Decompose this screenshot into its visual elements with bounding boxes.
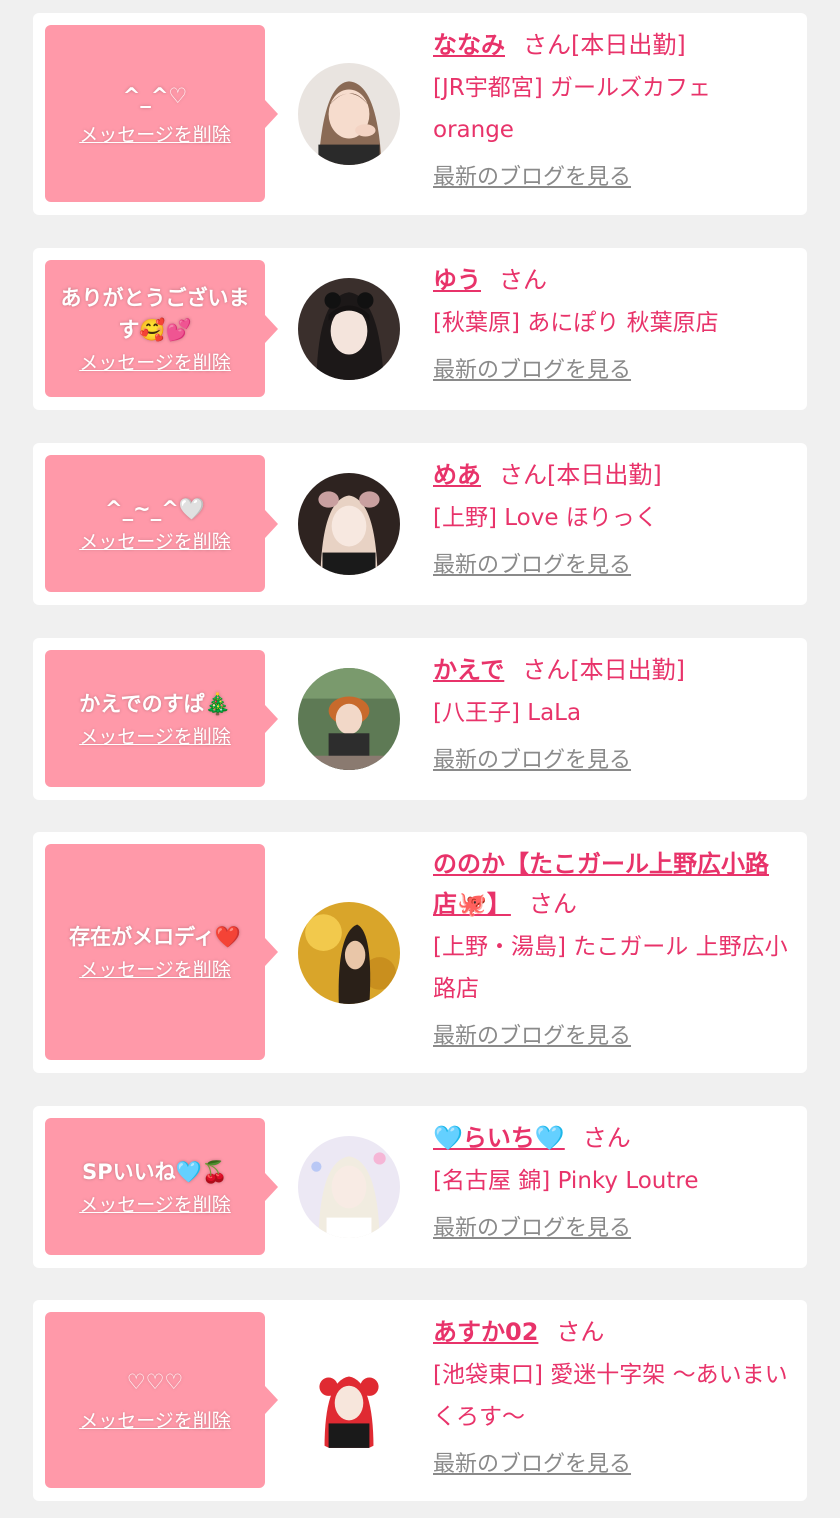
message-text: ^_~_^🤍 — [105, 496, 205, 521]
avatar-image — [298, 278, 400, 380]
entry-info: かえで さん[本日出勤] [八王子] LaLa 最新のブログを見る — [433, 650, 788, 776]
avatar[interactable] — [298, 1350, 400, 1452]
delete-message-button[interactable]: メッセージを削除 — [79, 957, 231, 983]
message-bubble: ^_^♡ メッセージを削除 — [45, 25, 278, 202]
shop-name: [JR宇都宮] ガールズカフェ orange — [433, 75, 712, 143]
avatar-image — [298, 473, 400, 575]
favorite-card: 存在がメロディ❤️ メッセージを削除 ののか【たこガール上野広小路店🐙】 さん [… — [33, 832, 807, 1073]
favorite-card: ^_^♡ メッセージを削除 ななみ さん[本日出勤] [JR宇都宮] ガールズカフ… — [33, 13, 807, 215]
message-text: ありがとうございます🥰💕 — [60, 285, 250, 342]
name-line: ななみ さん[本日出勤] — [433, 25, 788, 65]
message-bubble: SPいいね🩵🍒 メッセージを削除 — [45, 1118, 278, 1255]
avatar[interactable] — [298, 278, 400, 380]
honorific: さん — [522, 656, 571, 684]
message-bubble: ^_~_^🤍 メッセージを削除 — [45, 455, 278, 592]
message-text: SPいいね🩵🍒 — [82, 1159, 228, 1184]
avatar[interactable] — [298, 473, 400, 575]
status-badge: [本日出勤] — [547, 461, 662, 489]
favorite-card: かえでのすぱ🎄 メッセージを削除 かえで さん[本日出勤] [八王子] LaLa … — [33, 638, 807, 800]
delete-message-button[interactable]: メッセージを削除 — [79, 529, 231, 555]
latest-blog-link[interactable]: 最新のブログを見る — [433, 1214, 631, 1244]
name-line: 🩵らいち🩵 さん — [433, 1118, 788, 1158]
girl-name-link[interactable]: 🩵らいち🩵 — [433, 1124, 565, 1152]
entry-info: 🩵らいち🩵 さん [名古屋 錦] Pinky Loutre 最新のブログを見る — [433, 1118, 788, 1244]
message-text: ^_^♡ — [122, 83, 188, 108]
avatar-image — [298, 902, 400, 1004]
avatar[interactable] — [298, 1136, 400, 1238]
message-bubble: ♡♡♡ メッセージを削除 — [45, 1312, 278, 1488]
entry-info: ゆう さん [秋葉原] あにぽり 秋葉原店 最新のブログを見る — [433, 260, 788, 386]
shop-name: [秋葉原] あにぽり 秋葉原店 — [433, 310, 719, 336]
honorific: さん — [499, 266, 547, 294]
avatar-image — [298, 668, 400, 770]
latest-blog-link[interactable]: 最新のブログを見る — [433, 356, 631, 386]
entry-info: あすか02 さん [池袋東口] 愛迷十字架 〜あいまいくろす〜 最新のブログを見る — [433, 1312, 788, 1480]
shop-name: [池袋東口] 愛迷十字架 〜あいまいくろす〜 — [433, 1362, 788, 1430]
message-bubble: かえでのすぱ🎄 メッセージを削除 — [45, 650, 278, 787]
latest-blog-link[interactable]: 最新のブログを見る — [433, 551, 631, 581]
entry-info: めあ さん[本日出勤] [上野] Love ほりっく 最新のブログを見る — [433, 455, 788, 581]
girl-name-link[interactable]: ななみ — [433, 31, 505, 59]
avatar[interactable] — [298, 902, 400, 1004]
message-bubble: ありがとうございます🥰💕 メッセージを削除 — [45, 260, 278, 397]
favorite-card: SPいいね🩵🍒 メッセージを削除 🩵らいち🩵 さん [名古屋 錦] Pinky L… — [33, 1106, 807, 1268]
name-line: ゆう さん — [433, 260, 788, 300]
status-badge: [本日出勤] — [571, 31, 686, 59]
honorific: さん — [523, 31, 571, 59]
name-line: かえで さん[本日出勤] — [433, 650, 788, 690]
status-badge: [本日出勤] — [570, 656, 686, 684]
delete-message-button[interactable]: メッセージを削除 — [79, 724, 231, 750]
entry-info: ななみ さん[本日出勤] [JR宇都宮] ガールズカフェ orange 最新のブロ… — [433, 25, 788, 193]
name-line: めあ さん[本日出勤] — [433, 455, 788, 495]
girl-name-link[interactable]: ののか【たこガール上野広小路店🐙】 — [433, 850, 769, 918]
latest-blog-link[interactable]: 最新のブログを見る — [433, 163, 631, 193]
name-line: あすか02 さん — [433, 1312, 788, 1352]
shop-name: [名古屋 錦] Pinky Loutre — [433, 1168, 699, 1194]
avatar-image — [298, 1350, 400, 1452]
honorific: さん — [528, 890, 577, 918]
name-line: ののか【たこガール上野広小路店🐙】 さん — [433, 844, 788, 924]
latest-blog-link[interactable]: 最新のブログを見る — [433, 1450, 631, 1480]
shop-name: [上野・湯島] たこガール 上野広小路店 — [433, 934, 788, 1002]
latest-blog-link[interactable]: 最新のブログを見る — [433, 1022, 631, 1052]
avatar-image — [298, 63, 400, 165]
girl-name-link[interactable]: かえで — [433, 656, 504, 684]
avatar[interactable] — [298, 63, 400, 165]
shop-name: [上野] Love ほりっく — [433, 505, 658, 531]
honorific: さん — [556, 1318, 605, 1346]
message-bubble: 存在がメロディ❤️ メッセージを削除 — [45, 844, 278, 1060]
shop-name: [八王子] LaLa — [433, 700, 582, 726]
avatar-image — [298, 1136, 400, 1238]
delete-message-button[interactable]: メッセージを削除 — [79, 350, 231, 376]
honorific: さん — [499, 461, 547, 489]
honorific: さん — [582, 1124, 631, 1152]
favorite-list: ^_^♡ メッセージを削除 ななみ さん[本日出勤] [JR宇都宮] ガールズカフ… — [0, 0, 840, 1518]
favorite-card: ♡♡♡ メッセージを削除 あすか02 さん [池袋東口] 愛迷十字架 〜あいまいく… — [33, 1300, 807, 1501]
girl-name-link[interactable]: あすか02 — [433, 1318, 538, 1346]
entry-info: ののか【たこガール上野広小路店🐙】 さん [上野・湯島] たこガール 上野広小路店… — [433, 844, 788, 1052]
delete-message-button[interactable]: メッセージを削除 — [79, 122, 231, 148]
avatar[interactable] — [298, 668, 400, 770]
message-text: 存在がメロディ❤️ — [69, 925, 241, 949]
favorite-card: ^_~_^🤍 メッセージを削除 めあ さん[本日出勤] [上野] Love ほりっ… — [33, 443, 807, 605]
girl-name-link[interactable]: ゆう — [433, 266, 481, 294]
message-text: ♡♡♡ — [126, 1370, 184, 1394]
girl-name-link[interactable]: めあ — [433, 461, 481, 489]
latest-blog-link[interactable]: 最新のブログを見る — [433, 746, 631, 776]
delete-message-button[interactable]: メッセージを削除 — [79, 1408, 231, 1434]
favorite-card: ありがとうございます🥰💕 メッセージを削除 ゆう さん [秋葉原] あにぽり 秋葉… — [33, 248, 807, 410]
delete-message-button[interactable]: メッセージを削除 — [79, 1192, 231, 1218]
message-text: かえでのすぱ🎄 — [79, 691, 231, 716]
